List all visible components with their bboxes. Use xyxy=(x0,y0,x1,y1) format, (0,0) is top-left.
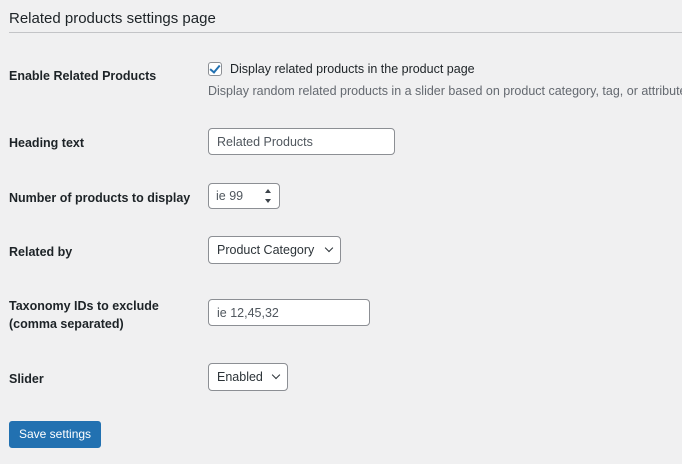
heading-text-label: Heading text xyxy=(9,136,85,150)
decrement-arrow-icon[interactable] xyxy=(265,199,271,203)
save-settings-button[interactable]: Save settings xyxy=(9,421,102,448)
product-count-label: Number of products to display xyxy=(9,191,191,205)
enable-related-checkbox[interactable] xyxy=(208,62,222,76)
related-by-select[interactable]: Product Category xyxy=(208,236,341,264)
increment-arrow-icon[interactable] xyxy=(265,189,271,193)
heading-text-input[interactable] xyxy=(208,128,395,155)
product-count-input[interactable] xyxy=(209,185,256,207)
enable-related-checkbox-row[interactable]: Display related products in the product … xyxy=(208,62,475,76)
related-by-label: Related by xyxy=(9,245,73,259)
title-divider xyxy=(9,32,682,33)
spinner-buttons[interactable] xyxy=(263,187,273,205)
slider-selected-value: Enabled xyxy=(217,370,263,384)
enable-related-checkbox-label[interactable]: Display related products in the product … xyxy=(230,62,475,76)
product-count-stepper[interactable] xyxy=(208,183,280,209)
chevron-down-icon xyxy=(324,243,334,253)
page-title: Related products settings page xyxy=(9,10,216,27)
checkmark-icon xyxy=(209,62,221,74)
slider-label: Slider xyxy=(9,372,44,386)
enable-related-description: Display random related products in a sli… xyxy=(208,84,682,98)
exclude-ids-input[interactable] xyxy=(208,299,370,326)
chevron-down-icon xyxy=(271,370,281,380)
exclude-ids-label: Taxonomy IDs to exclude xyxy=(9,299,159,313)
exclude-ids-label-note: (comma separated) xyxy=(9,317,124,331)
related-by-selected-value: Product Category xyxy=(217,243,315,257)
enable-related-label: Enable Related Products xyxy=(9,69,157,83)
slider-select[interactable]: Enabled xyxy=(208,363,288,391)
